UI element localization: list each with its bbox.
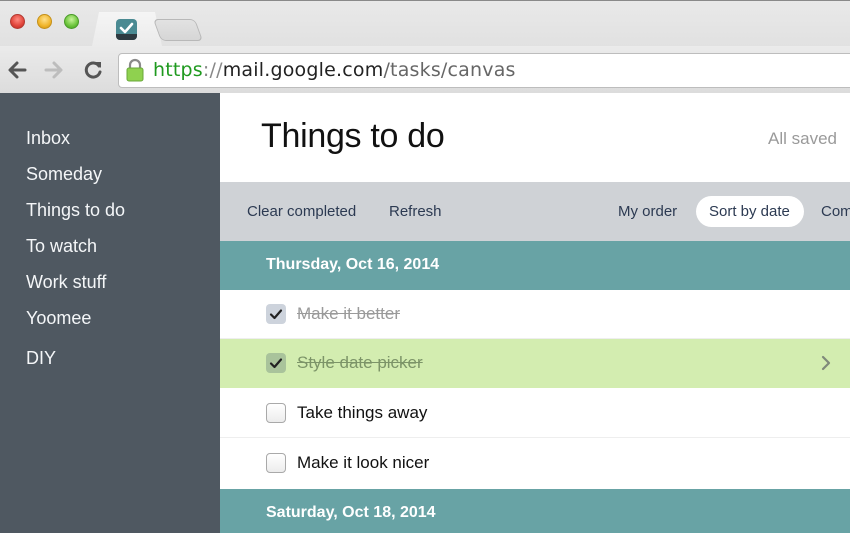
reload-icon [84, 61, 102, 79]
forward-button[interactable] [43, 59, 65, 81]
task-checkbox[interactable] [266, 304, 286, 324]
sidebar-item-yoomee[interactable]: Yoomee [26, 308, 91, 329]
sidebar-item-inbox[interactable]: Inbox [26, 128, 70, 149]
checkmark-icon [269, 309, 283, 320]
sidebar-item-someday[interactable]: Someday [26, 164, 102, 185]
task-checkbox[interactable] [266, 403, 286, 423]
refresh-button[interactable]: Refresh [389, 203, 442, 220]
minimize-window-button[interactable] [37, 14, 52, 29]
page-title: Things to do [261, 117, 445, 155]
date-group-label: Thursday, Oct 16, 2014 [266, 256, 440, 273]
arrow-right-icon [44, 61, 63, 79]
close-window-button[interactable] [10, 14, 25, 29]
task-title[interactable]: Take things away [297, 403, 427, 423]
url-text[interactable]: https://mail.google.com/tasks/canvas [153, 59, 516, 81]
task-title[interactable]: Style date picker [297, 353, 423, 373]
sidebar-item-things-to-do[interactable]: Things to do [26, 200, 125, 221]
zoom-window-button[interactable] [64, 14, 79, 29]
chevron-right-icon[interactable] [820, 354, 832, 372]
task-checkbox[interactable] [266, 453, 286, 473]
url-scheme: https [153, 59, 203, 81]
task-list-panel: Things to do All saved Clear completed R… [220, 93, 850, 533]
sidebar-item-work-stuff[interactable]: Work stuff [26, 272, 106, 293]
url-separator: :// [202, 59, 223, 81]
task-row[interactable]: Make it better [220, 290, 850, 339]
back-button[interactable] [6, 59, 28, 81]
sort-by-date-button[interactable]: Sort by date [696, 196, 804, 227]
task-title[interactable]: Make it better [297, 304, 400, 324]
date-group-label: Saturday, Oct 18, 2014 [266, 504, 436, 521]
tasks-checkmark-icon [116, 19, 137, 40]
url-path: /tasks/canvas [383, 59, 516, 81]
browser-chrome: https://mail.google.com/tasks/canvas [0, 0, 850, 94]
new-tab-button[interactable] [152, 19, 204, 41]
reload-button[interactable] [82, 59, 104, 81]
date-group-header: Saturday, Oct 18, 2014 [220, 489, 850, 533]
checkmark-icon [269, 358, 283, 369]
url-host: mail.google.com [222, 59, 384, 81]
save-status: All saved [768, 129, 837, 148]
my-order-button[interactable]: My order [618, 203, 677, 220]
sidebar-item-diy[interactable]: DIY [26, 348, 56, 369]
sidebar-item-to-watch[interactable]: To watch [26, 236, 97, 257]
task-row[interactable]: Make it look nicer [220, 439, 850, 488]
task-row-selected[interactable]: Style date picker [220, 339, 850, 388]
date-group-header: Thursday, Oct 16, 2014 [220, 241, 850, 290]
task-checkbox[interactable] [266, 353, 286, 373]
arrow-left-icon [8, 61, 27, 79]
sort-by-date-label: Sort by date [709, 203, 790, 220]
task-row[interactable]: Take things away [220, 389, 850, 438]
clear-completed-button[interactable]: Clear completed [247, 203, 356, 220]
lock-icon [125, 58, 145, 82]
sidebar: Inbox Someday Things to do To watch Work… [0, 93, 220, 533]
completed-button[interactable]: Com [821, 203, 850, 220]
task-title[interactable]: Make it look nicer [297, 453, 429, 473]
